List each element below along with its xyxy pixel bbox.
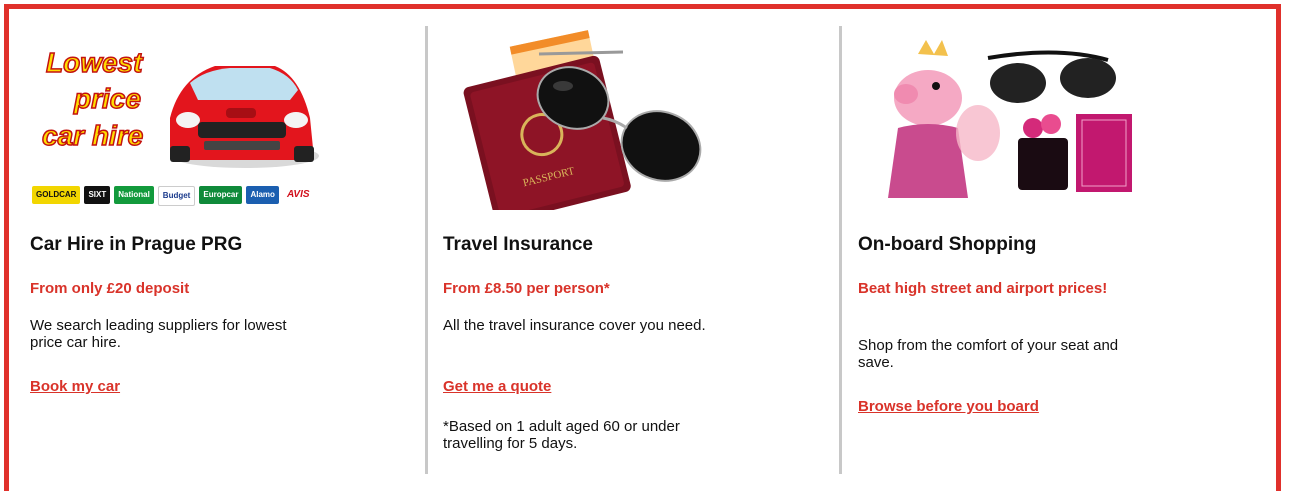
- supplier-logo: SIXT: [84, 186, 111, 204]
- card-description: Shop from the comfort of your seat and s…: [858, 337, 1119, 371]
- svg-text:price: price: [73, 83, 141, 114]
- card-title: Travel Insurance: [443, 234, 593, 255]
- onboard-shopping-card: On-board Shopping Beat high street and a…: [858, 28, 1218, 478]
- column-divider: [425, 26, 428, 474]
- card-title: Car Hire in Prague PRG: [30, 234, 243, 255]
- card-price: Beat high street and airport prices!: [858, 280, 1108, 297]
- red-car-illustration: Lowest price car hire: [41, 46, 319, 168]
- card-price: From £8.50 per person*: [443, 280, 610, 297]
- get-quote-link[interactable]: Get me a quote: [443, 378, 551, 395]
- card-title: On-board Shopping: [858, 234, 1037, 255]
- card-price: From only £20 deposit: [30, 280, 190, 297]
- car-hire-card: Lowest price car hire GOLDCAR SIXT Natio…: [30, 28, 390, 478]
- book-my-car-link[interactable]: Book my car: [30, 378, 120, 395]
- supplier-logo: Europcar: [199, 186, 243, 204]
- supplier-logo: Budget: [157, 186, 196, 206]
- svg-text:Lowest: Lowest: [46, 47, 144, 78]
- card-description: We search leading suppliers for lowest p…: [30, 317, 287, 351]
- card-description: All the travel insurance cover you need.: [443, 317, 706, 334]
- supplier-logo: GOLDCAR: [32, 186, 81, 204]
- passport-and-sunglasses-image: PASSPORT: [463, 30, 702, 224]
- quote-footnote: *Based on 1 adult aged 60 or under trave…: [443, 418, 680, 452]
- supplier-logo: AVIS: [282, 186, 314, 204]
- gifts-illustration: [888, 40, 1132, 198]
- onboard-shopping-image: [858, 28, 1148, 210]
- travel-insurance-card: PASSPORT Travel Insurance From £8.50 per…: [443, 28, 803, 478]
- column-divider: [839, 26, 842, 474]
- supplier-logo: Alamo: [246, 186, 279, 204]
- travel-insurance-image: PASSPORT: [443, 28, 733, 224]
- browse-before-you-board-link[interactable]: Browse before you board: [858, 398, 1039, 415]
- supplier-logo: National: [114, 186, 154, 204]
- supplier-logo-strip: GOLDCAR SIXT National Budget Europcar Al…: [32, 186, 314, 206]
- svg-text:car hire: car hire: [42, 120, 143, 151]
- car-hire-image: Lowest price car hire GOLDCAR SIXT Natio…: [30, 28, 320, 210]
